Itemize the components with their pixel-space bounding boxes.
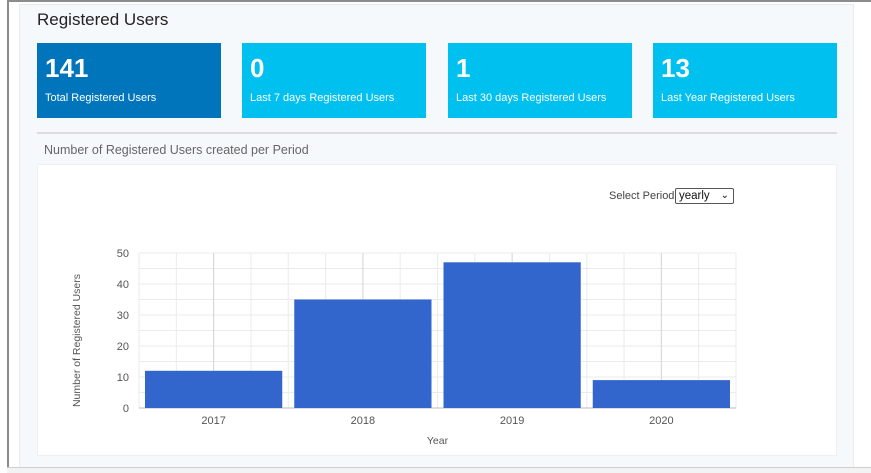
bar-2017	[145, 370, 283, 408]
registered-users-chart: 0 10 20 30 40 50 2017 2018 2019 2020 Year Number …	[71, 248, 737, 447]
y-axis-title: Number of Registered Users	[71, 274, 83, 407]
y-tick-label: 20	[117, 341, 129, 353]
y-tick-label: 40	[117, 279, 129, 291]
x-axis-title: Year	[427, 435, 449, 447]
x-tick-label: 2019	[500, 415, 524, 427]
y-tick-label: 10	[117, 372, 129, 384]
bottom-scrollbar[interactable]	[7, 467, 871, 473]
bar-2020	[592, 380, 730, 408]
bar-2018	[294, 299, 432, 408]
x-tick-label: 2017	[201, 415, 225, 427]
bar-2019	[443, 262, 581, 408]
y-tick-label: 0	[123, 403, 129, 415]
y-tick-label: 50	[117, 248, 129, 260]
x-tick-label: 2018	[351, 415, 375, 427]
x-tick-label: 2020	[649, 415, 673, 427]
y-tick-label: 30	[117, 310, 129, 322]
